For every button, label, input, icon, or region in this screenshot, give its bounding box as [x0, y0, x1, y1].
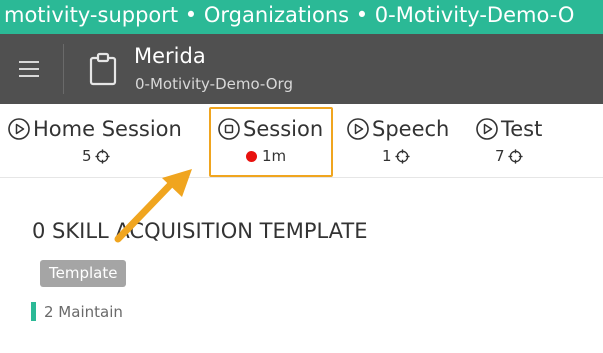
student-header: Merida 0-Motivity-Demo-Org	[0, 34, 603, 104]
maintain-indicator: 2 Maintain	[31, 302, 123, 321]
play-circle-icon	[347, 118, 369, 140]
session-tab-highlight	[209, 107, 333, 177]
tab-count: 1	[382, 147, 392, 165]
tab-speech[interactable]: Speech 1	[346, 104, 458, 178]
tab-label: Speech	[372, 117, 450, 141]
hamburger-menu-icon[interactable]	[14, 55, 44, 83]
play-circle-icon	[8, 118, 30, 140]
organization-name: 0-Motivity-Demo-Org	[135, 75, 293, 93]
template-badge: Template	[40, 260, 127, 287]
tab-label: Home Session	[33, 117, 182, 141]
crosshair-icon	[94, 148, 110, 164]
crosshair-icon	[394, 148, 410, 164]
clipboard-icon	[89, 52, 117, 86]
student-name: Merida	[134, 44, 206, 68]
maintain-label: 2 Maintain	[44, 302, 123, 321]
header-divider	[63, 44, 64, 94]
program-title[interactable]: 0 SKILL ACQUISITION TEMPLATE	[32, 219, 368, 243]
tab-count: 5	[82, 147, 92, 165]
maintain-bar	[31, 302, 36, 321]
breadcrumb[interactable]: motivity-support • Organizations • 0-Mot…	[4, 3, 574, 27]
top-breadcrumb-bar: motivity-support • Organizations • 0-Mot…	[0, 0, 603, 34]
play-circle-icon	[476, 118, 498, 140]
tab-test[interactable]: Test 7	[475, 104, 565, 178]
crosshair-icon	[507, 148, 523, 164]
tab-label: Test	[501, 117, 543, 141]
tab-count: 7	[495, 147, 505, 165]
tab-home-session[interactable]: Home Session 5	[7, 104, 197, 178]
